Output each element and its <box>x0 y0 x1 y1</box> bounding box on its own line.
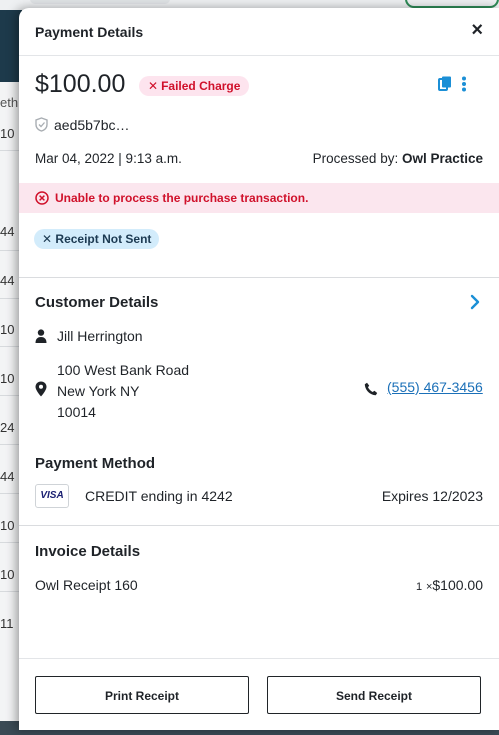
close-x-icon: ✕ <box>42 232 53 246</box>
card-description: CREDIT ending in 4242 <box>85 488 233 504</box>
chevron-right-icon[interactable] <box>469 294 481 315</box>
error-circle-x-icon <box>35 191 49 205</box>
background-search-pill <box>30 0 170 4</box>
processor-name: Owl Practice <box>401 151 483 166</box>
card-expiry: Expires 12/2023 <box>381 488 483 504</box>
send-receipt-button[interactable]: Send Receipt <box>267 676 481 714</box>
error-banner: Unable to process the purchase transacti… <box>19 183 499 213</box>
invoice-item-name: Owl Receipt 160 <box>35 577 138 593</box>
transaction-id: aed5b7bc… <box>35 117 130 133</box>
print-receipt-button[interactable]: Print Receipt <box>35 676 249 714</box>
visa-card-icon: VISA <box>35 484 69 508</box>
customer-details-title: Customer Details <box>35 294 159 311</box>
invoice-item-amount: $100.00 <box>432 577 483 593</box>
payment-method-title: Payment Method <box>35 455 156 472</box>
receipt-status-label: Receipt Not Sent <box>55 232 152 246</box>
processed-by-label: Processed by: <box>312 151 402 166</box>
map-pin-icon <box>35 381 47 402</box>
section-divider <box>19 525 499 526</box>
drawer-title: Payment Details <box>35 24 144 40</box>
copy-icon[interactable] <box>438 76 452 97</box>
shield-icon <box>35 117 48 132</box>
invoice-details-title: Invoice Details <box>35 543 141 560</box>
customer-name: Jill Herrington <box>57 328 143 344</box>
invoice-item-quantity: 1 <box>415 581 423 593</box>
address-line-1: 100 West Bank Road <box>57 362 190 378</box>
drawer-footer: Print Receipt Send Receipt <box>19 658 499 730</box>
status-badge: ✕ Failed Charge <box>139 76 250 96</box>
close-x-icon: ✕ <box>148 79 159 93</box>
phone-link[interactable]: (555) 467-3456 <box>387 379 483 395</box>
more-options-icon[interactable] <box>461 76 467 97</box>
status-badge-label: Failed Charge <box>161 79 241 93</box>
error-message: Unable to process the purchase transacti… <box>55 191 309 205</box>
payment-date: Mar 04, 2022 | 9:13 a.m. <box>35 151 182 166</box>
address-line-3: 10014 <box>57 404 96 420</box>
processed-by: Processed by: Owl Practice <box>313 151 483 166</box>
address-line-2: New York NY <box>57 383 140 399</box>
receipt-status-badge: ✕ Receipt Not Sent <box>34 229 160 249</box>
invoice-item-price: 1 ×$100.00 <box>416 577 483 593</box>
phone-icon <box>364 382 378 401</box>
person-icon <box>35 329 47 348</box>
payment-amount: $100.00 <box>35 70 126 98</box>
background-action-button <box>405 0 499 8</box>
section-divider <box>19 277 499 278</box>
close-button[interactable]: × <box>471 20 483 40</box>
payment-details-drawer: Payment Details × $100.00 ✕ Failed Charge… <box>19 8 499 730</box>
transaction-id-text: aed5b7bc… <box>54 117 130 133</box>
drawer-header: Payment Details × <box>19 8 499 56</box>
